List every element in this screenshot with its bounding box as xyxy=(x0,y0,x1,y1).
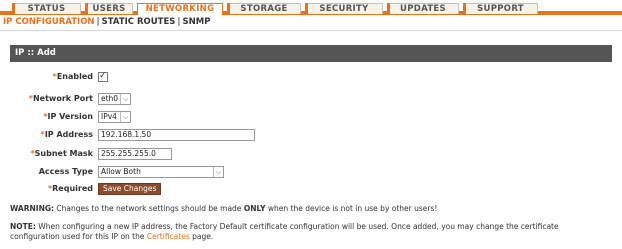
subnav-ip-configuration[interactable]: IP CONFIGURATION xyxy=(3,17,95,27)
chevron-down-icon: ⌵ xyxy=(120,94,130,104)
subnav-divider xyxy=(0,30,622,31)
check-icon: ✓ xyxy=(99,71,107,81)
tab-label: SECURITY xyxy=(319,4,369,14)
subnet-mask-wrap: 255.255.255.0 xyxy=(98,147,172,160)
tab-left-accent xyxy=(387,3,390,15)
warning-emphasis: ONLY xyxy=(243,204,266,213)
required-legend: *Required xyxy=(0,182,93,196)
network-port-label-text: Network Port xyxy=(32,94,93,103)
tab-support[interactable]: SUPPORT xyxy=(463,3,538,15)
note-text: When configuring a new IP address, the F… xyxy=(10,222,559,241)
tab-updates[interactable]: UPDATES xyxy=(387,3,459,15)
tab-label: USERS xyxy=(92,4,126,14)
main-tab-bar: STATUS USERS NETWORKING STORAGE SECURITY… xyxy=(0,0,622,15)
tab-users[interactable]: USERS xyxy=(85,3,133,15)
tab-left-accent xyxy=(12,3,15,15)
subnet-mask-label: *Subnet Mask xyxy=(0,147,93,161)
enabled-checkbox-wrap: ✓ xyxy=(98,70,108,82)
tab-label: UPDATES xyxy=(400,4,446,14)
ip-address-label: *IP Address xyxy=(0,128,93,142)
ip-address-row: *IP Address 192.168.1.50 xyxy=(10,128,612,142)
subnav-separator: | xyxy=(96,17,100,27)
chevron-down-icon: ⌵ xyxy=(213,167,223,177)
tab-label: STATUS xyxy=(27,4,66,14)
enabled-label-text: Enabled xyxy=(56,72,93,81)
certificates-link[interactable]: Certificates xyxy=(147,232,190,241)
enabled-checkbox[interactable]: ✓ xyxy=(98,71,108,82)
tab-security[interactable]: SECURITY xyxy=(305,3,383,15)
tab-networking[interactable]: NETWORKING xyxy=(137,3,223,15)
enabled-label: *Enabled xyxy=(0,70,93,84)
save-wrap: Save Changes xyxy=(98,182,162,195)
tab-left-accent xyxy=(227,3,230,15)
network-port-select[interactable]: eth0 ⌵ xyxy=(98,93,131,105)
tab-left-accent xyxy=(305,3,308,15)
access-type-label-text: Access Type xyxy=(38,167,93,176)
enabled-row: *Enabled ✓ xyxy=(10,70,612,84)
required-row: *Required Save Changes xyxy=(10,182,612,196)
ip-address-input[interactable]: 192.168.1.50 xyxy=(98,129,255,141)
tab-label: SUPPORT xyxy=(477,4,524,14)
subnet-mask-input[interactable]: 255.255.255.0 xyxy=(98,148,172,160)
ip-version-wrap: IPv4 ⌵ xyxy=(98,110,131,123)
tab-storage[interactable]: STORAGE xyxy=(227,3,301,15)
ip-version-label-text: IP Version xyxy=(47,112,93,121)
subnav-snmp[interactable]: SNMP xyxy=(183,17,211,27)
warning-text-after: when the device is not in use by other u… xyxy=(267,204,438,213)
sub-navigation: IP CONFIGURATION | STATIC ROUTES | SNMP xyxy=(3,17,210,29)
tab-left-accent xyxy=(463,3,466,15)
tab-label: STORAGE xyxy=(240,4,288,14)
note-message: NOTE: When configuring a new IP address,… xyxy=(10,222,610,242)
chevron-down-icon: ⌵ xyxy=(120,112,130,122)
access-type-select[interactable]: Allow Both ⌵ xyxy=(98,166,224,178)
ip-version-value: IPv4 xyxy=(101,112,117,121)
access-type-value: Allow Both xyxy=(101,167,141,176)
save-changes-button[interactable]: Save Changes xyxy=(98,183,162,195)
warning-text-before: Changes to the network settings should b… xyxy=(56,204,242,213)
access-type-wrap: Allow Both ⌵ xyxy=(98,165,224,178)
ip-address-label-text: IP Address xyxy=(44,130,93,139)
panel-title: IP :: Add xyxy=(10,45,612,62)
subnet-mask-label-text: Subnet Mask xyxy=(34,149,93,158)
warning-prefix: WARNING: xyxy=(10,204,55,213)
subnav-static-routes[interactable]: STATIC ROUTES xyxy=(102,17,176,27)
ip-version-row: *IP Version IPv4 ⌵ xyxy=(10,110,612,124)
network-port-wrap: eth0 ⌵ xyxy=(98,92,131,105)
tab-left-accent xyxy=(85,3,88,15)
note-suffix: page. xyxy=(192,232,214,241)
network-port-row: *Network Port eth0 ⌵ xyxy=(10,92,612,106)
tab-label: NETWORKING xyxy=(145,4,215,14)
access-type-label: Access Type xyxy=(0,165,93,179)
ip-version-select[interactable]: IPv4 ⌵ xyxy=(98,111,131,123)
subnet-mask-row: *Subnet Mask 255.255.255.0 xyxy=(10,147,612,161)
note-prefix: NOTE: xyxy=(10,222,36,231)
tab-status[interactable]: STATUS xyxy=(12,3,81,15)
required-legend-text: Required xyxy=(52,184,93,193)
ip-add-form: *Enabled ✓ *Network Port eth0 ⌵ *IP Versi… xyxy=(10,62,612,242)
network-port-label: *Network Port xyxy=(0,92,93,106)
ip-address-wrap: 192.168.1.50 xyxy=(98,128,255,141)
access-type-row: Access Type Allow Both ⌵ xyxy=(10,165,612,179)
ip-version-label: *IP Version xyxy=(0,110,93,124)
network-port-value: eth0 xyxy=(101,94,119,103)
warning-message: WARNING: Changes to the network settings… xyxy=(10,204,610,214)
subnav-separator: | xyxy=(177,17,181,27)
